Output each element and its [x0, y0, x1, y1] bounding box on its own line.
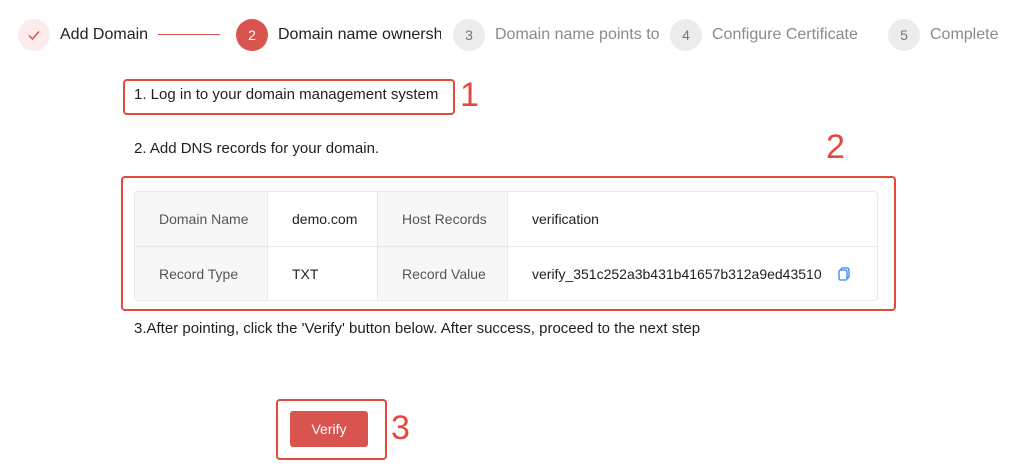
step-connector — [158, 34, 220, 35]
table-row: Domain Name demo.com Host Records verifi… — [135, 192, 877, 247]
domain-name-label: Domain Name — [135, 192, 268, 246]
annotation-number-1: 1 — [460, 76, 479, 114]
step-label: Configure Certificate — [712, 26, 858, 43]
domain-name-value: demo.com — [268, 192, 378, 246]
step-add-domain[interactable]: Add Domain — [18, 18, 148, 52]
host-records-label: Host Records — [378, 192, 508, 246]
step-label: Add Domain — [60, 26, 149, 43]
dns-records-table: Domain Name demo.com Host Records verifi… — [134, 191, 878, 301]
step-domain-ownership[interactable]: 2 Domain name ownership — [236, 18, 441, 52]
table-row: Record Type TXT Record Value verify_351c… — [135, 247, 877, 300]
record-value-cell: verify_351c252a3b431b41657b312a9ed43510 — [508, 247, 877, 300]
record-type-value: TXT — [268, 247, 378, 300]
steps-bar: Add Domain 2 Domain name ownership 3 Dom… — [0, 0, 1024, 70]
step-number: 3 — [453, 19, 485, 51]
verify-button[interactable]: Verify — [290, 411, 368, 447]
step-label: Complete — [930, 26, 999, 43]
annotation-number-3: 3 — [391, 409, 410, 447]
record-value-text: verify_351c252a3b431b41657b312a9ed43510 — [532, 266, 822, 282]
step-number: 4 — [670, 19, 702, 51]
instruction-step-2: 2. Add DNS records for your domain. — [134, 140, 380, 157]
host-records-value: verification — [532, 211, 599, 227]
instruction-step-3: 3.After pointing, click the 'Verify' but… — [134, 320, 701, 337]
step-configure-certificate[interactable]: 4 Configure Certificate — [670, 18, 858, 52]
copy-icon[interactable] — [837, 267, 850, 281]
step-number: 5 — [888, 19, 920, 51]
record-value-label: Record Value — [378, 247, 508, 300]
step-number: 2 — [236, 19, 268, 51]
instruction-step-1: 1. Log in to your domain management syst… — [134, 86, 439, 103]
annotation-number-2: 2 — [826, 128, 845, 166]
check-icon — [18, 19, 50, 51]
step-domain-points[interactable]: 3 Domain name points to — [453, 18, 660, 52]
step-label: Domain name points to — [495, 26, 660, 43]
record-type-label: Record Type — [135, 247, 268, 300]
step-label: Domain name ownership — [278, 26, 441, 43]
step-complete[interactable]: 5 Complete — [888, 18, 998, 52]
